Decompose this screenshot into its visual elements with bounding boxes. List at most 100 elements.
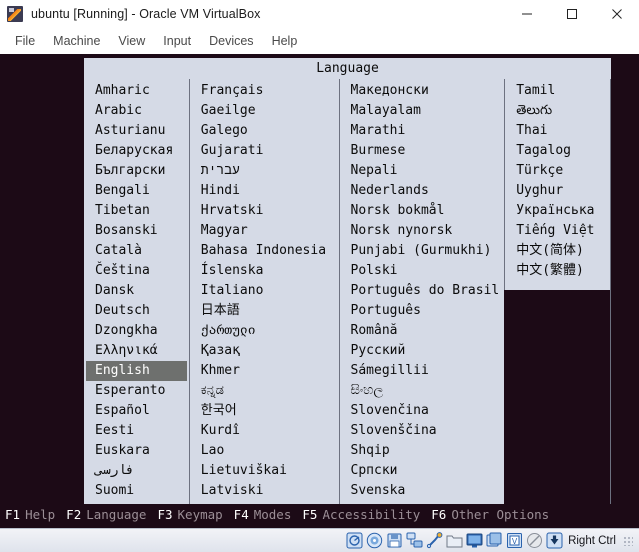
language-item[interactable]: Русский	[340, 341, 505, 361]
language-item[interactable]: Italiano	[190, 281, 339, 301]
language-item[interactable]: Hindi	[190, 181, 339, 201]
language-item[interactable]: Bosanski	[84, 221, 189, 241]
language-item[interactable]: ქართული	[190, 321, 339, 341]
language-item[interactable]: Nepali	[340, 161, 505, 181]
menu-view[interactable]: View	[109, 32, 154, 50]
language-item[interactable]: Tiếng Việt	[505, 221, 610, 241]
language-item[interactable]: Српски	[340, 461, 505, 481]
language-item[interactable]: Lietuviškai	[190, 461, 339, 481]
menu-machine[interactable]: Machine	[44, 32, 109, 50]
language-item[interactable]: 中文(简体)	[505, 241, 610, 261]
keyboard-icon[interactable]	[546, 532, 563, 549]
language-item[interactable]: Беларуская	[84, 141, 189, 161]
language-item[interactable]: Slovenščina	[340, 421, 505, 441]
language-item[interactable]: Tibetan	[84, 201, 189, 221]
language-item[interactable]: Ελληνικά	[84, 341, 189, 361]
language-item[interactable]: 한국어	[190, 401, 339, 421]
language-item[interactable]: Français	[190, 81, 339, 101]
language-item[interactable]: Slovenčina	[340, 401, 505, 421]
language-item[interactable]: Türkçe	[505, 161, 610, 181]
language-item[interactable]: עברית	[190, 161, 339, 181]
language-item[interactable]: Burmese	[340, 141, 505, 161]
language-item[interactable]: Esperanto	[84, 381, 189, 401]
language-item[interactable]: Asturianu	[84, 121, 189, 141]
language-item[interactable]: Malayalam	[340, 101, 505, 121]
display-icon[interactable]	[466, 532, 483, 549]
language-item[interactable]: Galego	[190, 121, 339, 141]
language-item[interactable]: Punjabi (Gurmukhi)	[340, 241, 505, 261]
language-item[interactable]: Kurdî	[190, 421, 339, 441]
language-item[interactable]: Latviski	[190, 481, 339, 501]
language-item[interactable]: Marathi	[340, 121, 505, 141]
language-item[interactable]: ಕನ್ನಡ	[190, 381, 339, 401]
language-item[interactable]: Hrvatski	[190, 201, 339, 221]
language-item[interactable]: Suomi	[84, 481, 189, 501]
language-item[interactable]: Nederlands	[340, 181, 505, 201]
language-item[interactable]: Íslenska	[190, 261, 339, 281]
network-icon[interactable]	[406, 532, 423, 549]
language-item[interactable]: Tamil	[505, 81, 610, 101]
language-item[interactable]: Shqip	[340, 441, 505, 461]
function-key-f5[interactable]: F5 Accessibility	[302, 507, 420, 522]
language-item[interactable]: Lao	[190, 441, 339, 461]
language-item[interactable]: Română	[340, 321, 505, 341]
menu-devices[interactable]: Devices	[200, 32, 262, 50]
language-item[interactable]: Tagalog	[505, 141, 610, 161]
usb-icon[interactable]	[426, 532, 443, 549]
language-item[interactable]: Bengali	[84, 181, 189, 201]
language-item[interactable]: Amharic	[84, 81, 189, 101]
language-item[interactable]: Português do Brasil	[340, 281, 505, 301]
language-item[interactable]: සිංහල	[340, 381, 505, 401]
function-key-f4[interactable]: F4 Modes	[234, 507, 292, 522]
language-item[interactable]: Bahasa Indonesia	[190, 241, 339, 261]
language-item[interactable]: Català	[84, 241, 189, 261]
language-item[interactable]: Gaeilge	[190, 101, 339, 121]
virtualization-icon[interactable]: V	[506, 532, 523, 549]
language-item[interactable]: English	[86, 361, 187, 381]
language-item[interactable]: Magyar	[190, 221, 339, 241]
language-item[interactable]: Українська	[505, 201, 610, 221]
menu-file[interactable]: File	[6, 32, 44, 50]
language-item[interactable]: Қазақ	[190, 341, 339, 361]
language-item[interactable]: తెలుగు	[505, 101, 610, 121]
function-key-f6[interactable]: F6 Other Options	[431, 507, 549, 522]
language-item[interactable]: Eesti	[84, 421, 189, 441]
language-item[interactable]: Čeština	[84, 261, 189, 281]
language-item[interactable]: Arabic	[84, 101, 189, 121]
optical-disk-icon[interactable]	[366, 532, 383, 549]
language-item[interactable]: Thai	[505, 121, 610, 141]
floppy-disk-icon[interactable]	[386, 532, 403, 549]
language-item[interactable]: 中文(繁體)	[505, 261, 610, 281]
language-item[interactable]: Deutsch	[84, 301, 189, 321]
language-item[interactable]: Norsk nynorsk	[340, 221, 505, 241]
function-key-f1[interactable]: F1 Help	[5, 507, 55, 522]
menu-input[interactable]: Input	[154, 32, 200, 50]
language-item[interactable]: Español	[84, 401, 189, 421]
language-item[interactable]: Euskara	[84, 441, 189, 461]
language-item[interactable]: Dzongkha	[84, 321, 189, 341]
language-item[interactable]: Македонски	[340, 81, 505, 101]
function-key-f2[interactable]: F2 Language	[66, 507, 146, 522]
language-item[interactable]: Sámegillii	[340, 361, 505, 381]
minimize-button[interactable]	[504, 0, 549, 28]
language-item[interactable]: Polski	[340, 261, 505, 281]
language-item[interactable]: Svenska	[340, 481, 505, 501]
maximize-button[interactable]	[549, 0, 594, 28]
hard-disk-icon[interactable]	[346, 532, 363, 549]
language-item[interactable]: Português	[340, 301, 505, 321]
function-key-f3[interactable]: F3 Keymap	[157, 507, 222, 522]
resize-grip[interactable]	[623, 535, 633, 546]
language-item[interactable]: فارسی	[84, 461, 189, 481]
language-item[interactable]: Norsk bokmål	[340, 201, 505, 221]
language-item[interactable]: Uyghur	[505, 181, 610, 201]
mouse-icon[interactable]	[526, 532, 543, 549]
language-item[interactable]: Dansk	[84, 281, 189, 301]
video-capture-icon[interactable]	[486, 532, 503, 549]
shared-folder-icon[interactable]	[446, 532, 463, 549]
language-item[interactable]: 日本語	[190, 301, 339, 321]
language-item[interactable]: Khmer	[190, 361, 339, 381]
menu-help[interactable]: Help	[263, 32, 307, 50]
language-item[interactable]: Gujarati	[190, 141, 339, 161]
language-item[interactable]: Български	[84, 161, 189, 181]
close-button[interactable]	[594, 0, 639, 28]
